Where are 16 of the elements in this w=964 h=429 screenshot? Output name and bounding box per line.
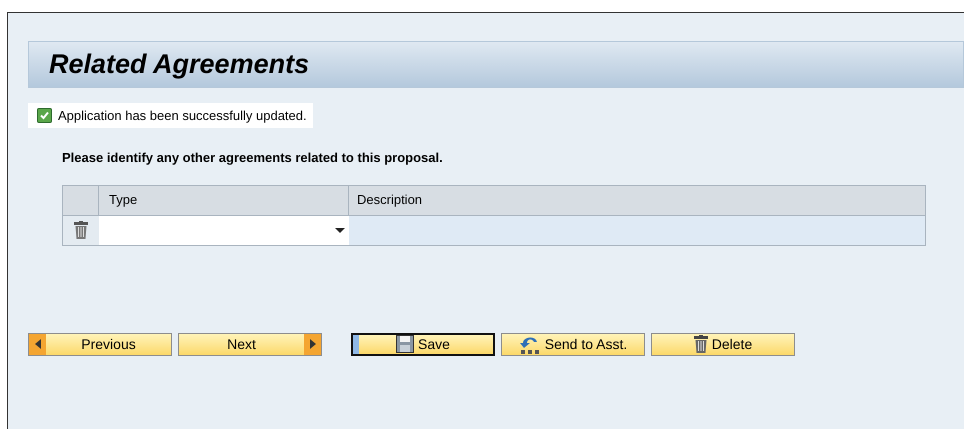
previous-button[interactable]: Previous	[28, 332, 172, 356]
trash-icon[interactable]	[74, 221, 88, 239]
trash-icon	[694, 335, 708, 353]
page-title: Related Agreements	[49, 48, 310, 82]
send-button[interactable]: Send to Asst.	[501, 332, 645, 356]
left-arrow-icon	[34, 339, 40, 349]
next-button[interactable]: Next	[178, 332, 322, 356]
column-header: Type	[99, 186, 349, 214]
delete-button[interactable]: Delete	[651, 332, 795, 356]
instruction-text: Please identify any other agreements related to this proposal.	[62, 149, 444, 167]
status-message: Application has been successfully updated.	[58, 106, 307, 125]
save-button[interactable]: Save	[351, 332, 495, 356]
dropdown-arrow-icon[interactable]	[335, 228, 345, 232]
column-header: Description	[356, 191, 424, 210]
right-arrow-icon	[310, 339, 316, 349]
save-icon	[396, 335, 414, 353]
